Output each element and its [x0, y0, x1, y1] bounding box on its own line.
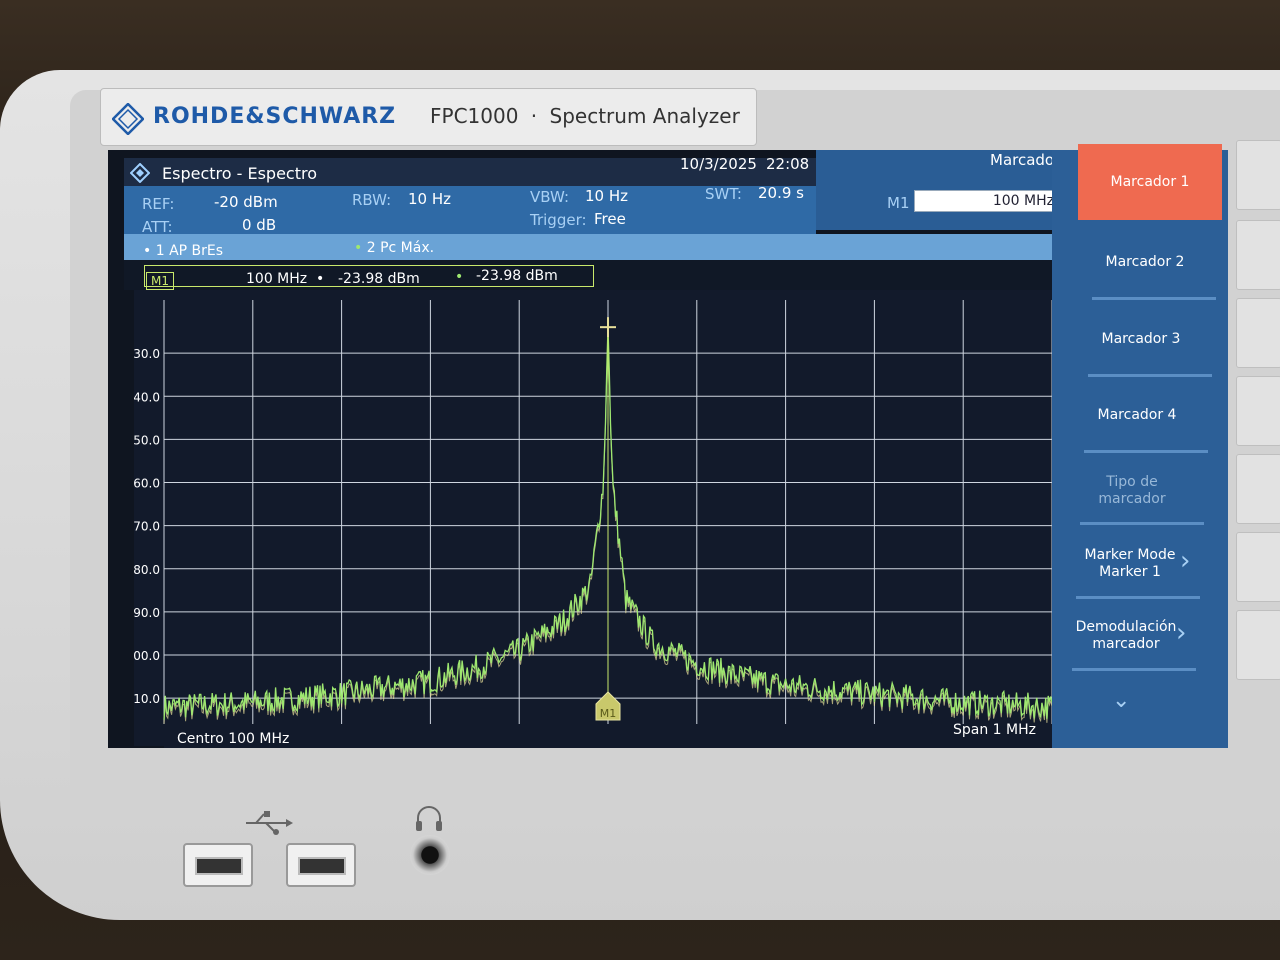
usb-symbol-icon — [246, 811, 293, 835]
usb-port[interactable] — [286, 843, 356, 887]
y-tick-label: -80.0 — [134, 563, 160, 577]
softkey-marcador-4[interactable]: Marcador 4 — [1072, 391, 1202, 439]
brand-name: ROHDE&SCHWARZ — [153, 104, 397, 129]
date: 10/3/2025 — [680, 155, 757, 173]
spectrum-chart[interactable]: -30.0 -40.0 -50.0 -60.0 -70.0 -80.0 -90.0 -100.… — [134, 290, 1074, 746]
hardkey[interactable] — [1236, 298, 1280, 368]
y-tick-label: -100.0 — [134, 649, 160, 663]
trace-1-text: 1 AP BrEs — [155, 243, 224, 259]
hardkey[interactable] — [1236, 220, 1280, 290]
softkey-marcador-2[interactable]: Marcador 2 — [1080, 238, 1210, 286]
headphone-jack[interactable] — [410, 835, 450, 875]
rohde-schwarz-logo-icon — [112, 103, 144, 135]
trace-1-label[interactable]: • 1 AP BrEs — [143, 243, 223, 259]
chevron-right-icon: › — [1176, 618, 1187, 648]
softkey-divider — [1076, 596, 1200, 599]
y-tick-label: -40.0 — [134, 390, 160, 404]
trigger-value[interactable]: Free — [594, 210, 626, 228]
product-name: Spectrum Analyzer — [549, 104, 740, 128]
usb-slot — [195, 857, 243, 875]
model-name: FPC1000 — [430, 104, 519, 128]
y-tick-label: -60.0 — [134, 477, 160, 491]
time: 22:08 — [766, 155, 810, 173]
rbw-value[interactable]: 10 Hz — [408, 190, 451, 208]
usb-slot — [298, 857, 346, 875]
trace-bar — [124, 234, 1074, 260]
hardkey[interactable] — [1236, 140, 1280, 210]
marker-panel-title: Marcador — [990, 151, 1061, 169]
marker-readout-dot-1-icon: • — [316, 271, 325, 287]
softkey-marker-mode[interactable]: Marker Mode Marker 1 — [1078, 547, 1182, 581]
softkey-marcador-3[interactable]: Marcador 3 — [1076, 315, 1206, 363]
plot-footer — [164, 724, 1052, 748]
m1-frequency-input[interactable]: 100 MHz — [914, 190, 1059, 212]
trace-1-dot-icon: • — [143, 243, 152, 259]
marker-readout-freq: 100 MHz — [246, 271, 308, 287]
center-frequency[interactable]: Centro 100 MHz — [177, 731, 289, 747]
marker-readout-tag: M1 — [146, 272, 174, 290]
trigger-label: Trigger: — [530, 211, 587, 229]
model-separator: · — [530, 104, 538, 128]
model-label: FPC1000 · Spectrum Analyzer — [430, 104, 740, 128]
span-value[interactable]: Span 1 MHz — [953, 722, 1036, 738]
softkey-tipo-de-marcador[interactable]: Tipo de marcador — [1092, 474, 1172, 508]
marker-readout-level-2: -23.98 dBm — [476, 268, 558, 284]
softkey-divider — [1084, 450, 1208, 453]
swt-value[interactable]: 20.9 s — [758, 184, 804, 202]
vbw-label: VBW: — [530, 188, 570, 206]
softkey-divider — [1080, 522, 1204, 525]
chevron-down-icon[interactable]: ⌄ — [1112, 688, 1130, 713]
ref-value[interactable]: -20 dBm — [214, 193, 278, 211]
softkey-marcador-1[interactable]: Marcador 1 — [1078, 144, 1222, 220]
ref-label: REF: — [142, 195, 175, 213]
swt-label: SWT: — [705, 185, 742, 203]
hardkey[interactable] — [1236, 610, 1280, 680]
y-tick-label: -70.0 — [134, 520, 160, 534]
softkey-divider — [1088, 374, 1212, 377]
headphones-icon — [416, 806, 442, 831]
y-tick-label: -30.0 — [134, 347, 160, 361]
marker-flag-label: M1 — [600, 707, 617, 720]
rbw-label: RBW: — [352, 191, 392, 209]
y-tick-label: -90.0 — [134, 606, 160, 620]
trace-2-label[interactable]: • 2 Pc Máx. — [354, 240, 434, 256]
vbw-value[interactable]: 10 Hz — [585, 187, 628, 205]
softkey-demodulacion-marcador[interactable]: Demodulación marcador — [1070, 619, 1182, 653]
mode-icon — [130, 163, 150, 183]
y-tick-label: -50.0 — [134, 433, 160, 447]
marker-readout-level-1: -23.98 dBm — [338, 271, 420, 287]
hardkey[interactable] — [1236, 376, 1280, 446]
chevron-right-icon: › — [1180, 546, 1191, 576]
trace-2-text: 2 Pc Máx. — [366, 240, 435, 256]
screen-title: Espectro - Espectro — [162, 164, 318, 183]
marker-readout-dot-2-icon: • — [455, 269, 464, 285]
usb-port[interactable] — [183, 843, 253, 887]
att-value[interactable]: 0 dB — [242, 216, 276, 234]
m1-field-label: M1 — [887, 194, 910, 212]
y-tick-label: -110.0 — [134, 692, 160, 706]
trace-2-dot-icon: • — [354, 240, 363, 256]
hardkey[interactable] — [1236, 532, 1280, 602]
hardkey-column — [1230, 140, 1280, 700]
hardkey[interactable] — [1236, 454, 1280, 524]
softkey-divider — [1072, 668, 1196, 671]
softkey-divider — [1092, 297, 1216, 300]
